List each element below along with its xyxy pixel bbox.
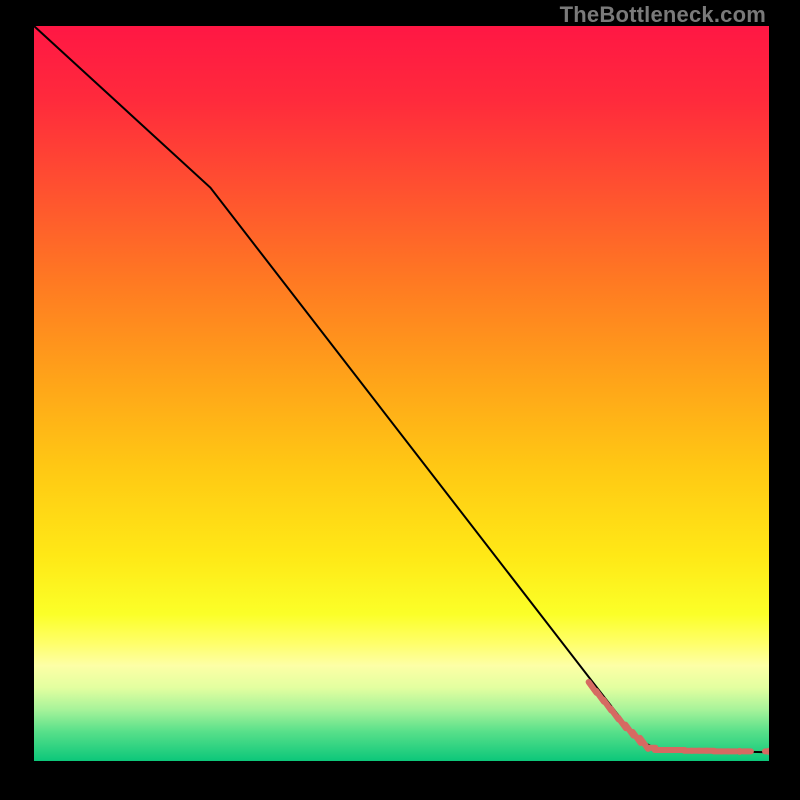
scatter-dot	[737, 748, 743, 754]
chart-overlay	[34, 26, 769, 761]
scatter-dot	[766, 748, 769, 754]
plot-area	[34, 26, 769, 761]
watermark-text: TheBottleneck.com	[560, 2, 766, 28]
curve-line	[34, 26, 769, 752]
scatter-cluster	[589, 682, 769, 754]
chart-frame: TheBottleneck.com	[0, 0, 800, 800]
